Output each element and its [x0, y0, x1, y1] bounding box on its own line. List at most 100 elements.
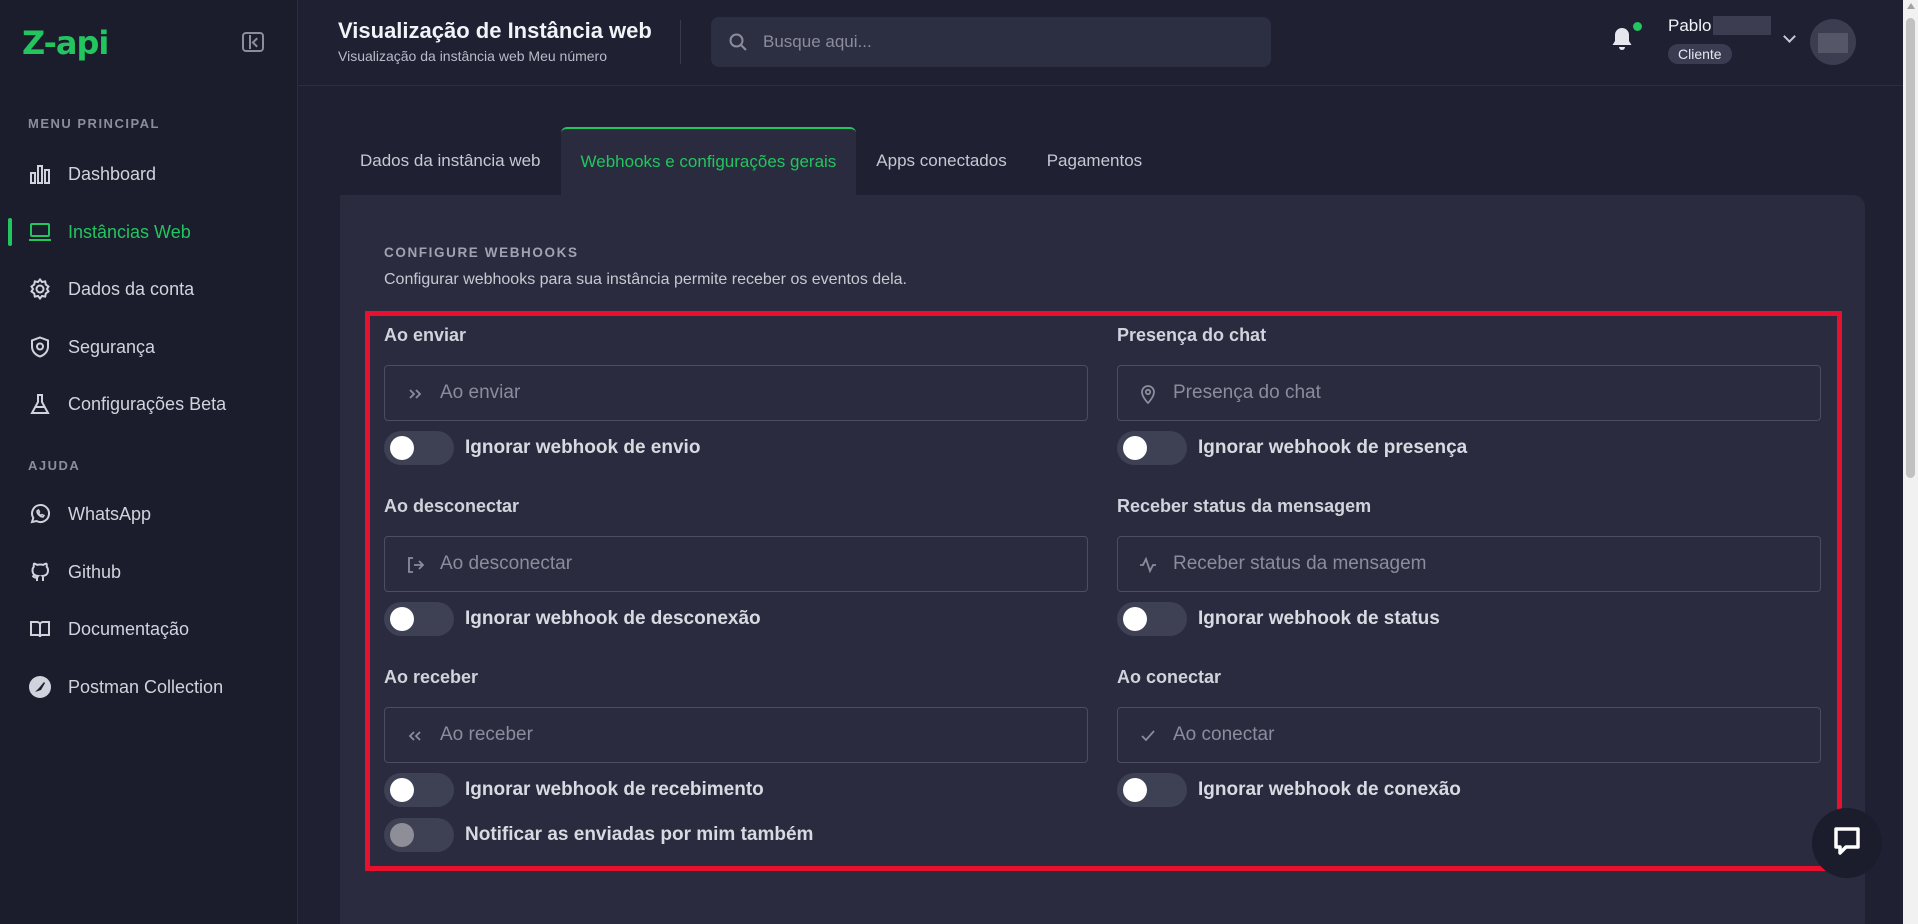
field-on-receive: Ao receber Ignorar webhook de recebiment…: [384, 667, 1088, 852]
field-chat-presence: Presença do chat Ignorar webhook de pres…: [1117, 325, 1821, 465]
tab-dados-da-instancia[interactable]: Dados da instância web: [340, 127, 561, 195]
toggle-label: Notificar as enviadas por mim também: [465, 824, 814, 845]
double-chevron-left-icon: [405, 726, 425, 746]
sidebar-item-instancias-web[interactable]: Instâncias Web: [0, 210, 297, 254]
ignore-status-toggle[interactable]: [1117, 602, 1187, 636]
top-header: Visualização de Instância web Visualizaç…: [298, 0, 1903, 86]
ignore-send-toggle[interactable]: [384, 431, 454, 465]
toggle-row: Ignorar webhook de presença: [1117, 431, 1821, 465]
z-api-logo[interactable]: Z-api: [22, 24, 109, 62]
on-connect-input[interactable]: [1173, 724, 1820, 746]
tab-apps-conectados[interactable]: Apps conectados: [856, 127, 1026, 195]
field-label: Ao receber: [384, 667, 479, 687]
webhooks-panel: CONFIGURE WEBHOOKS Configurar webhooks p…: [340, 195, 1865, 924]
field-message-status: Receber status da mensagem Ignorar webho…: [1117, 496, 1821, 636]
tab-webhooks[interactable]: Webhooks e configurações gerais: [560, 127, 857, 195]
chevron-down-icon[interactable]: [1783, 30, 1796, 43]
activity-icon: [1138, 555, 1158, 575]
sidebar-item-dashboard[interactable]: Dashboard: [0, 152, 297, 196]
toggle-label: Ignorar webhook de status: [1198, 608, 1440, 629]
on-disconnect-input[interactable]: [440, 553, 1087, 575]
ignore-disconnect-toggle[interactable]: [384, 602, 454, 636]
input-wrapper[interactable]: [384, 707, 1088, 763]
notification-bell-icon[interactable]: [1610, 26, 1634, 57]
toggle-label: Ignorar webhook de conexão: [1198, 779, 1461, 800]
chat-presence-input[interactable]: [1173, 382, 1820, 404]
field-label: Ao enviar: [384, 325, 467, 345]
bar-chart-icon: [28, 162, 52, 186]
input-wrapper[interactable]: [1117, 536, 1821, 592]
toggle-label: Ignorar webhook de desconexão: [465, 608, 761, 629]
header-divider: [680, 20, 681, 64]
sidebar-item-seguranca[interactable]: Segurança: [0, 325, 297, 369]
chat-bubble-icon: [1830, 824, 1864, 863]
on-receive-input[interactable]: [440, 724, 1087, 746]
toggle-row: Ignorar webhook de status: [1117, 602, 1821, 636]
sidebar-item-label: Documentação: [68, 618, 190, 639]
toggle-label: Ignorar webhook de recebimento: [465, 779, 764, 800]
notify-sent-by-me-toggle[interactable]: [384, 818, 454, 852]
sidebar-item-label: Configurações Beta: [68, 393, 227, 414]
logout-icon: [405, 555, 425, 575]
scroll-up-arrow-icon[interactable]: [1907, 3, 1915, 9]
tab-bar: Dados da instância web Webhooks e config…: [340, 127, 1162, 195]
search-bar[interactable]: [711, 17, 1271, 67]
double-chevron-right-icon: [405, 384, 425, 404]
sidebar-item-postman-collection[interactable]: Postman Collection: [0, 665, 297, 709]
user-role-badge: Cliente: [1668, 44, 1732, 64]
section-description: Configurar webhooks para sua instância p…: [384, 271, 907, 288]
on-send-input[interactable]: [440, 382, 1087, 404]
ignore-presence-toggle[interactable]: [1117, 431, 1187, 465]
check-icon: [1138, 726, 1158, 746]
sidebar-item-label: Github: [68, 561, 122, 582]
page-title: Visualização de Instância web: [338, 18, 652, 43]
input-wrapper[interactable]: [1117, 365, 1821, 421]
section-title: CONFIGURE WEBHOOKS: [384, 245, 579, 260]
field-on-connect: Ao conectar Ignorar webhook de conexão: [1117, 667, 1821, 807]
input-wrapper[interactable]: [1117, 707, 1821, 763]
support-chat-button[interactable]: [1812, 808, 1882, 878]
search-input[interactable]: [763, 32, 1271, 52]
sidebar-item-whatsapp[interactable]: WhatsApp: [0, 492, 297, 536]
message-status-input[interactable]: [1173, 553, 1820, 575]
field-label: Ao desconectar: [384, 496, 520, 516]
input-wrapper[interactable]: [384, 365, 1088, 421]
avatar[interactable]: [1810, 19, 1856, 65]
ignore-receive-toggle[interactable]: [384, 773, 454, 807]
sidebar-item-documentacao[interactable]: Documentação: [0, 607, 297, 651]
search-icon: [729, 33, 747, 56]
sidebar-item-label: Segurança: [68, 336, 156, 357]
sidebar: Z-api MENU PRINCIPAL Dashboard Instância…: [0, 0, 298, 924]
postman-icon: [28, 675, 52, 699]
github-icon: [28, 560, 52, 584]
collapse-sidebar-icon[interactable]: [242, 32, 264, 52]
input-wrapper[interactable]: [384, 536, 1088, 592]
field-label: Ao conectar: [1117, 667, 1222, 687]
map-pin-icon: [1138, 384, 1158, 404]
laptop-icon: [28, 220, 52, 244]
notification-dot: [1633, 22, 1642, 31]
sidebar-item-github[interactable]: Github: [0, 550, 297, 594]
toggle-row: Ignorar webhook de conexão: [1117, 773, 1821, 807]
whatsapp-icon: [28, 502, 52, 526]
user-name: Pablo: [1668, 16, 1712, 35]
toggle-label: Ignorar webhook de presença: [1198, 437, 1468, 458]
page-scrollbar[interactable]: [1903, 0, 1918, 924]
ignore-connect-toggle[interactable]: [1117, 773, 1187, 807]
toggle-row: Ignorar webhook de recebimento: [384, 773, 1088, 807]
scroll-thumb[interactable]: [1906, 18, 1915, 478]
book-icon: [28, 617, 52, 641]
field-on-send: Ao enviar Ignorar webhook de envio: [384, 325, 1088, 465]
help-section-label: AJUDA: [28, 458, 81, 473]
tab-pagamentos[interactable]: Pagamentos: [1027, 127, 1162, 195]
field-on-disconnect: Ao desconectar Ignorar webhook de descon…: [384, 496, 1088, 636]
sidebar-item-configuracoes-beta[interactable]: Configurações Beta: [0, 382, 297, 426]
page-subtitle: Visualização da instância web Meu número: [338, 48, 608, 64]
toggle-row: Ignorar webhook de desconexão: [384, 602, 1088, 636]
gear-icon: [28, 277, 52, 301]
field-label: Presença do chat: [1117, 325, 1267, 345]
sidebar-item-label: Dados da conta: [68, 278, 195, 299]
sidebar-item-dados-da-conta[interactable]: Dados da conta: [0, 267, 297, 311]
field-label: Receber status da mensagem: [1117, 496, 1372, 516]
toggle-row: Ignorar webhook de envio: [384, 431, 1088, 465]
